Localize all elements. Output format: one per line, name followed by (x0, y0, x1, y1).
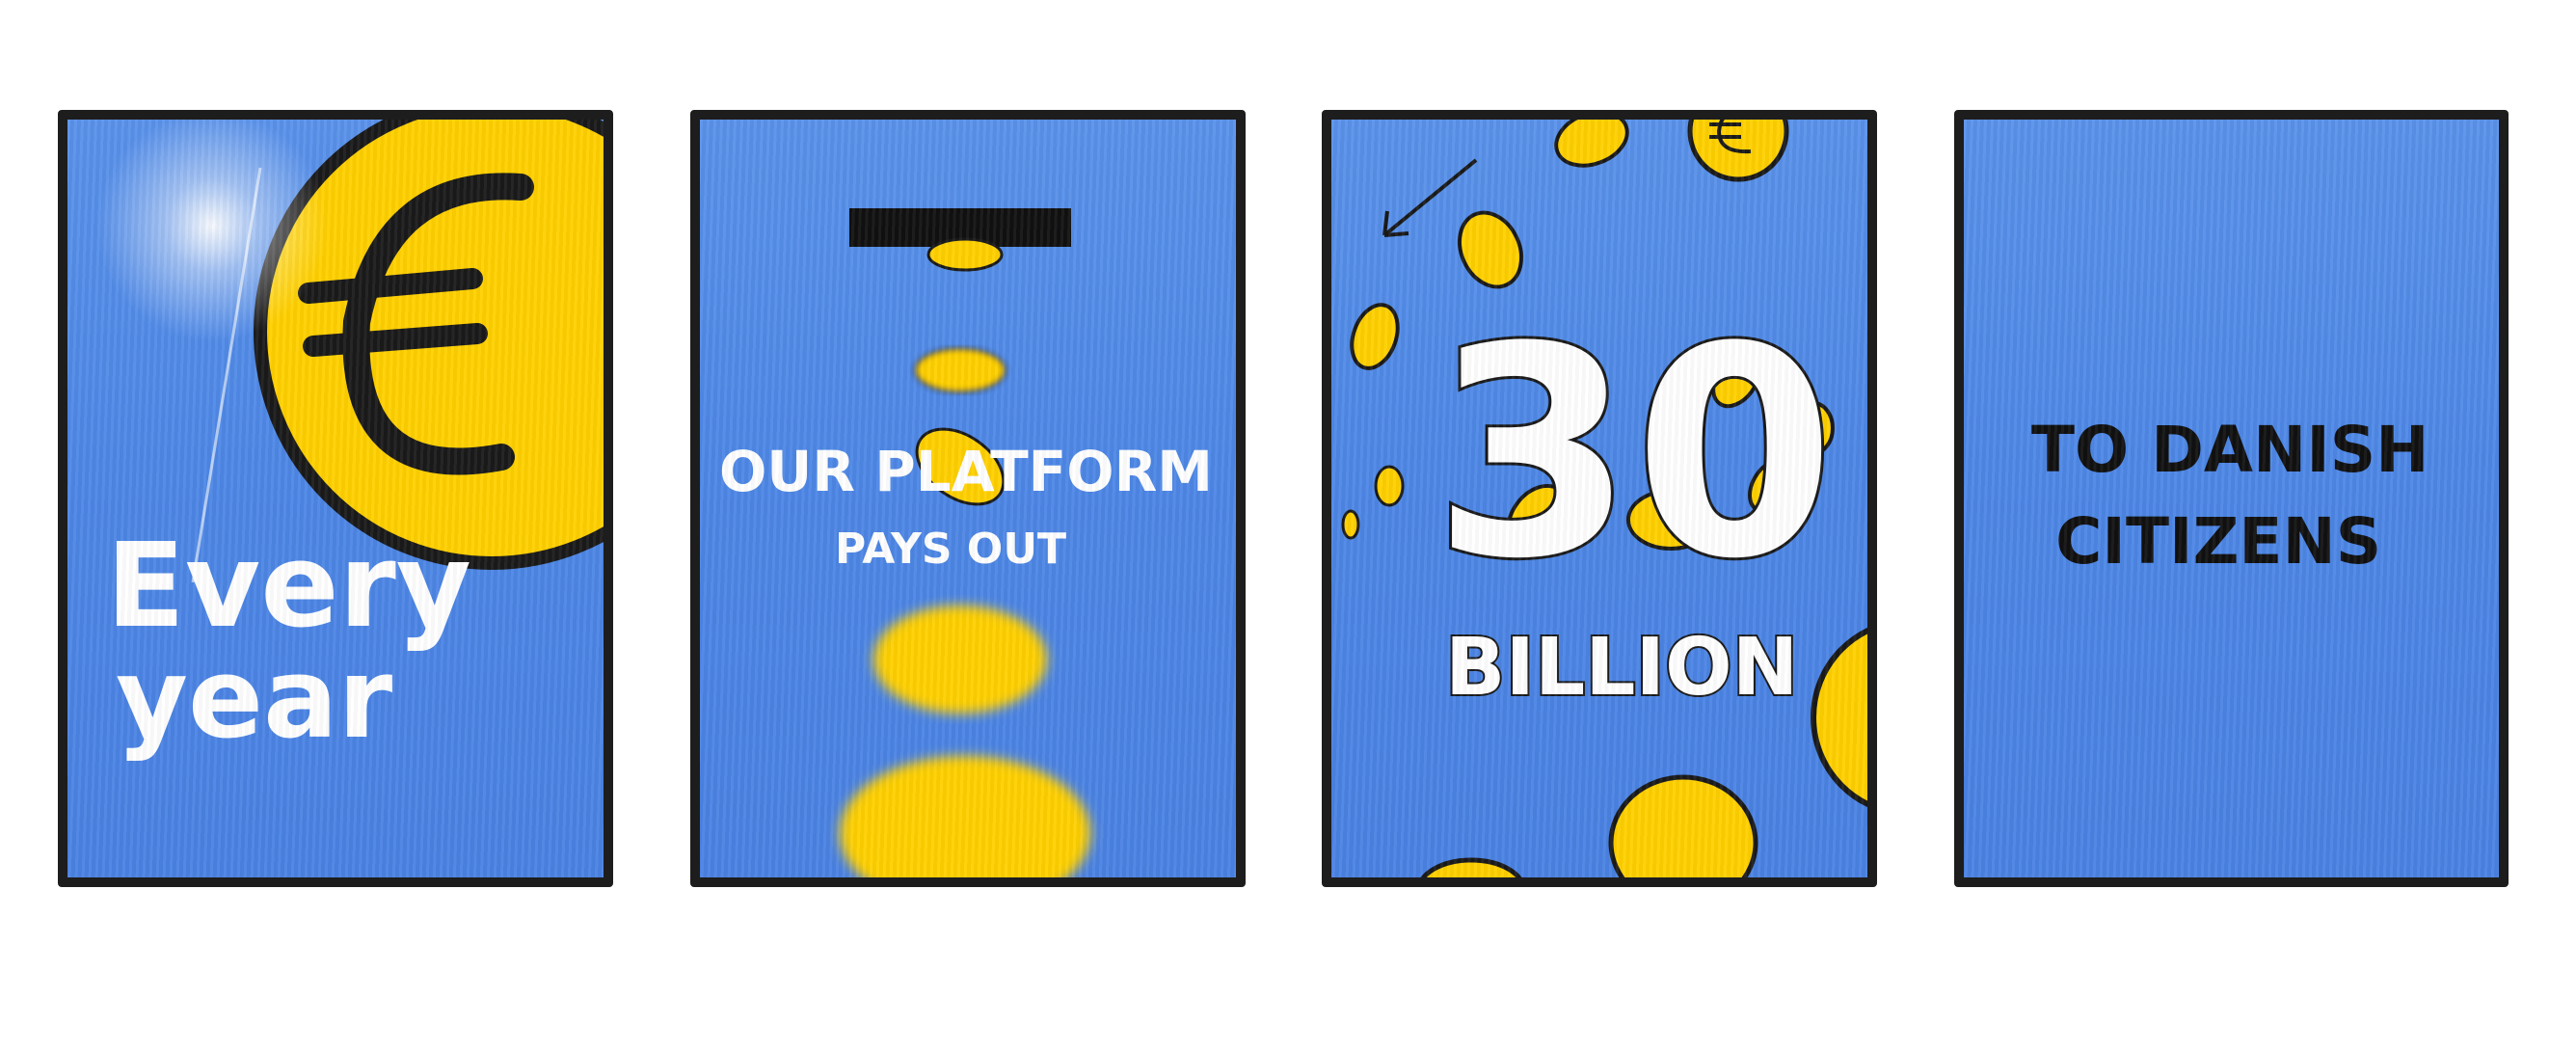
storyboard-panel-1: Every year (58, 110, 613, 887)
panel-2-line-1: OUR PLATFORM (719, 439, 1213, 504)
coin (873, 606, 1047, 714)
panel-1-art: Every year (96, 120, 604, 764)
panel-4-art: TO DANISH CITIZENS (2031, 413, 2429, 579)
panel-2-line-2: PAYS OUT (835, 525, 1066, 574)
amount-number: 30 (1433, 285, 1835, 622)
panel-3-art: 30 BILLION (1341, 120, 1867, 877)
panel-4-line-1: TO DANISH (2031, 413, 2429, 487)
panel-1-line-2: year (116, 634, 393, 764)
panel-2-art: OUR PLATFORM PAYS OUT (719, 208, 1213, 877)
coin (914, 347, 1006, 393)
storyboard-panel-2: OUR PLATFORM PAYS OUT (690, 110, 1246, 887)
amount-unit: BILLION (1445, 622, 1798, 714)
sun-glare (96, 120, 328, 341)
coin (926, 237, 1004, 272)
panel-4-line-2: CITIZENS (2055, 504, 2381, 579)
coin-euro-small (1687, 120, 1789, 182)
coin (840, 756, 1090, 877)
storyboard-panel-4: TO DANISH CITIZENS (1954, 110, 2509, 887)
storyboard-panel-3: 30 BILLION (1322, 110, 1877, 887)
